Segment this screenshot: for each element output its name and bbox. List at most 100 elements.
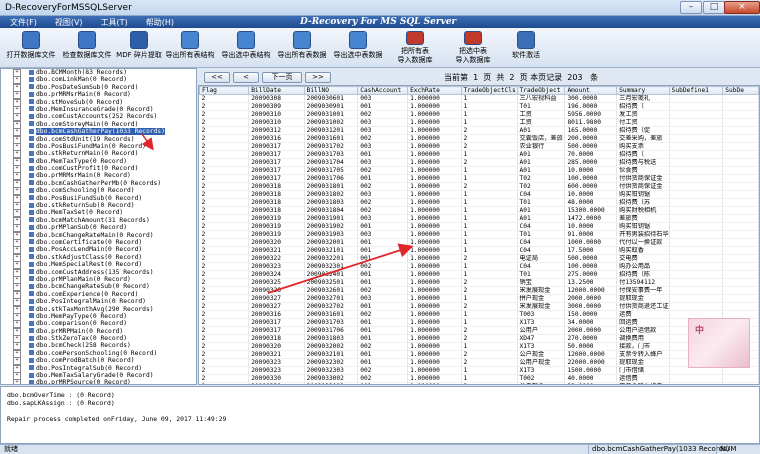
table-row[interactable]: 2 20090312 2009031201 003 1.000000 2 A01 165.00… — [199, 126, 759, 135]
tree-item[interactable]: dbo.stkReturnMain(0 Record) — [1, 150, 196, 159]
table-row[interactable]: 2 20090322 2009032201 001 1.000000 2 电证局 500.00… — [199, 254, 759, 263]
tree-item[interactable]: dbo.prMRMsrMain(0 Record) — [1, 172, 196, 181]
tree-item[interactable]: dbo.bcmMatchAmount(31 Records) — [1, 216, 196, 226]
table-row[interactable]: 2 20090319 2009031902 001 1.000000 1 C04 10.000… — [199, 222, 759, 231]
table-tree[interactable]: dbo.BCMMonth(83 Records)dbo.comLinkMan(0… — [0, 68, 197, 385]
column-header[interactable]: BillNO — [303, 86, 359, 95]
table-row[interactable]: 2 20090326 2009032601 002 1.000000 2 宋发展现金 1200… — [199, 286, 759, 295]
table-row[interactable]: 22009033020090330030011.0000002公户现金33.00… — [199, 382, 759, 384]
tree-item[interactable]: dbo.comLinkMan(0 Record) — [1, 76, 196, 85]
table-row[interactable]: 2 20090318 2009031803 001 1.000000 2 XD47 270.0… — [199, 334, 759, 343]
minimize-button[interactable]: – — [680, 1, 702, 14]
last-page-button[interactable]: >> — [305, 71, 331, 83]
tree-item[interactable]: dbo.prMRPMain(0 Record) — [1, 327, 196, 337]
table-row[interactable]: 2 20090317 2009031706 001 1.000000 2 公用户 2000.0… — [199, 326, 759, 335]
table-row[interactable]: 2 20090321 2009032101 001 1.000000 1 C04 17.500… — [199, 246, 759, 255]
tree-item[interactable]: dbo.MemTaxSet(0 Record) — [1, 209, 196, 218]
tree-item[interactable]: dbo.stkAdjustClass(0 Record) — [1, 253, 196, 263]
column-header[interactable]: TradeObjectCls — [460, 86, 518, 95]
table-row[interactable]: 2 20090317 2009031702 003 1.000000 2 农业银行 500.0… — [199, 142, 759, 151]
table-row[interactable]: 2 20090323 2009032302 001 1.000000 2 公用户现金 2200… — [199, 358, 759, 367]
table-row[interactable]: 2 20090318 2009031803 002 1.000000 1 T01 48.000… — [199, 198, 759, 207]
close-button[interactable]: × — [724, 1, 760, 14]
column-header[interactable]: SubDefine1 — [668, 86, 724, 95]
first-page-button[interactable]: << — [204, 71, 230, 83]
table-row[interactable]: 2 20090323 2009032303 002 1.000000 1 X1T3 1500.… — [199, 366, 759, 375]
prev-page-button[interactable]: < — [233, 71, 259, 83]
table-row[interactable]: 2 20090319 2009031901 003 1.000000 1 A01 1472.0… — [199, 214, 759, 223]
table-row[interactable]: 2 20090330 2009033002 002 1.000000 1 T002 40.00… — [199, 374, 759, 383]
tree-item[interactable]: dbo.StkZeroTax(0 Record) — [1, 335, 196, 344]
toolbar-button-6[interactable]: 导出选中表数据 — [332, 28, 384, 66]
column-header[interactable]: Flag — [199, 86, 250, 95]
tree-item[interactable]: dbo.comExperience(0 Record) — [1, 290, 196, 300]
menu-item-0[interactable]: 文件(F) — [10, 17, 37, 28]
tree-item[interactable]: dbo.MemTaxType(0 Record) — [1, 157, 196, 167]
toolbar-button-2[interactable]: MDF 碎片提取 — [116, 28, 162, 66]
tree-item[interactable]: dbo.comPersonSchooling(0 Record) — [1, 349, 196, 359]
tree-item[interactable]: dbo.comCustAccounts(252 Records) — [1, 113, 196, 122]
toolbar-button-1[interactable]: 检查数据库文件 — [60, 28, 114, 66]
tree-item[interactable]: dbo.comStoreyMain(0 Record) — [1, 120, 196, 130]
toolbar-button-7[interactable]: 把所有表 导入数据库 — [388, 28, 442, 66]
tree-item[interactable]: dbo.bcmCashGatherPerMb(0 Records) — [1, 179, 196, 189]
tree-item[interactable]: dbo.stkReturnSub(0 Record) — [1, 202, 196, 211]
table-row[interactable]: 2 20090319 2009031903 003 1.000000 1 T01 91.000… — [199, 230, 759, 239]
table-row[interactable]: 2 20090323 2009032301 002 1.000000 1 C04 100.00… — [199, 262, 759, 271]
table-row[interactable]: 2 20090320 2009032002 002 1.000000 1 X1T3 50.00… — [199, 342, 759, 351]
tree-item[interactable]: dbo.PosBusiFundSub(0 Record) — [1, 194, 196, 204]
next-page-button[interactable]: 下一页 — [262, 71, 302, 83]
tree-item[interactable]: dbo.comSchooling(0 Record) — [1, 187, 196, 196]
tree-item[interactable]: dbo.comCustAddress(135 Records) — [1, 268, 196, 277]
tree-item[interactable]: dbo.prMPlanSub(0 Record) — [1, 224, 196, 233]
column-header[interactable]: SubDe — [722, 86, 759, 95]
table-row[interactable]: 2 20090318 2009031802 003 1.000000 1 C04 10.000… — [199, 190, 759, 199]
table-row[interactable]: 2 20090320 2009032001 001 1.000000 1 C04 1000.0… — [199, 238, 759, 247]
tree-item[interactable]: dbo.prMRPSource(0 Record) — [1, 379, 196, 384]
menu-item-1[interactable]: 视图(V) — [55, 17, 83, 28]
column-header[interactable]: CashAccount — [357, 86, 409, 95]
table-row[interactable]: 2 20090317 2009031706 001 1.000000 1 T02 100.00… — [199, 174, 759, 183]
table-row[interactable]: 2 20090317 2009031705 002 1.000000 1 A01 10.000… — [199, 166, 759, 175]
tree-item[interactable]: dbo.MemSpecialRest(0 Record) — [1, 261, 196, 270]
tree-item[interactable]: dbo.prMPlanMain(0 Record) — [1, 275, 196, 285]
table-row[interactable]: 2 20090327 2009032702 001 1.000000 2 宋发展现金 3000… — [199, 302, 759, 311]
toolbar-button-0[interactable]: 打开数据库文件 — [6, 28, 56, 66]
column-header[interactable]: TradeObject — [516, 86, 566, 95]
tree-item[interactable]: dbo.PosDateSumSub(0 Record) — [1, 83, 196, 93]
tree-item[interactable]: dbo.prMRMsrMain(0 Record) — [1, 91, 196, 100]
table-row[interactable]: 2 20090316 2009031601 002 1.000000 2 交囊饭店，差旅 20… — [199, 134, 759, 143]
tree-item[interactable]: dbo.BCMMonth(83 Records) — [1, 69, 196, 78]
table-row[interactable]: 2 20090309 2009030901 001 1.000000 1 T01 196.00… — [199, 102, 759, 111]
tree-item[interactable]: dbo.stMoveSub(0 Record) — [1, 98, 196, 108]
column-header[interactable]: ExchRate — [407, 86, 462, 95]
tree-item[interactable]: dbo.bcmCashGatherPay(1033 Records) — [1, 128, 196, 137]
table-row[interactable]: 2 20090317 2009031703 001 1.000000 1 A01 70.000… — [199, 150, 759, 159]
table-row[interactable]: 2 20090310 2009031001 002 1.000000 1 工资 5956.00… — [199, 110, 759, 119]
menu-item-3[interactable]: 帮助(H) — [146, 17, 174, 28]
tree-item[interactable]: dbo.comCustProfit(0 Record) — [1, 165, 196, 174]
tree-item[interactable]: dbo.comCertificate(0 Record) — [1, 238, 196, 248]
table-row[interactable]: 2 20090308 2009030601 003 1.000000 1 三八宏视科益 300… — [199, 94, 759, 103]
tree-item[interactable]: dbo.comProdBatch(0 Record) — [1, 357, 196, 366]
tree-item[interactable]: dbo.MemTaxSalaryGrade(0 Record) — [1, 372, 196, 381]
table-row[interactable]: 2 20090318 2009031801 002 1.000000 2 T02 600.00… — [199, 182, 759, 191]
tree-item[interactable]: dbo.MemPayType(0 Record) — [1, 312, 196, 322]
tree-item[interactable]: dbo.bcmChangeRateSub(0 Record) — [1, 283, 196, 292]
table-row[interactable]: 2 20090317 2009031703 001 1.000000 1 X1T3 34.00… — [199, 318, 759, 327]
toolbar-button-8[interactable]: 把选中表 导入数据库 — [446, 28, 500, 66]
table-row[interactable]: 2 20090318 2009031804 002 1.000000 1 A01 15300.… — [199, 206, 759, 215]
tree-item[interactable]: dbo.bcmCheck(258 Records) — [1, 342, 196, 351]
table-row[interactable]: 2 20090321 2009032101 001 1.000000 2 公户现金 12000… — [199, 350, 759, 359]
toolbar-button-9[interactable]: 软件激活 — [504, 28, 548, 66]
data-grid[interactable]: Flag BillDate BillNO CashAccount ExchRate Tra… — [198, 85, 760, 385]
menu-item-2[interactable]: 工具(T) — [101, 17, 128, 28]
table-row[interactable]: 2 20090316 2009031601 002 1.000000 1 T003 150.0… — [199, 310, 759, 319]
table-row[interactable]: 2 20090324 2009032401 001 1.000000 1 T01 275.00… — [199, 270, 759, 279]
table-row[interactable]: 2 20090327 2009032701 003 1.000000 1 拼户现金 2000.… — [199, 294, 759, 303]
tree-item[interactable]: dbo.comStdUnit(19 Records) — [1, 135, 196, 144]
column-header[interactable]: Summary — [616, 86, 670, 95]
column-header[interactable]: Amount — [564, 86, 618, 95]
tree-item[interactable]: dbo.MemInsuranceGrade(0 Record) — [1, 105, 196, 115]
tree-item[interactable]: dbo.comparison(0 Record) — [1, 320, 196, 329]
